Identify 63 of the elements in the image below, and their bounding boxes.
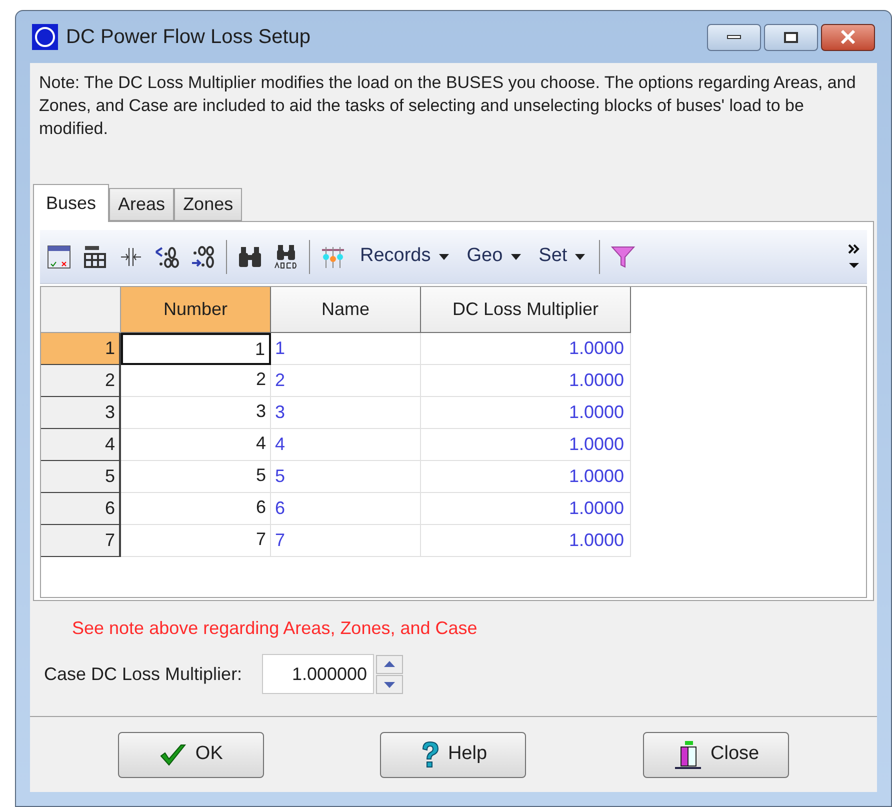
table-cell: 7 — [271, 525, 421, 557]
window-title: DC Power Flow Loss Setup — [66, 25, 311, 50]
table-cell: 4 — [121, 429, 271, 461]
caret-icon — [510, 254, 521, 260]
row-header[interactable]: 1 — [41, 333, 121, 365]
table-cell: 1.0000 — [421, 333, 631, 365]
column-header[interactable]: Number — [121, 287, 271, 333]
column-header[interactable]: Name — [271, 287, 421, 333]
tab[interactable]: Buses — [33, 184, 110, 222]
case-multiplier-label: Case DC Loss Multiplier: — [44, 662, 242, 686]
toolbar-menu[interactable]: Geo — [462, 242, 525, 271]
toolbar-menu[interactable]: Set — [534, 242, 590, 271]
table-cell: 1 — [121, 333, 271, 365]
binoculars-text-icon[interactable] — [273, 244, 299, 270]
toolbar-menu[interactable]: Records — [356, 242, 453, 271]
table-cell: 6 — [271, 493, 421, 525]
table-cell: 1.0000 — [421, 397, 631, 429]
form-icon[interactable] — [46, 244, 72, 270]
question-mark-icon — [420, 740, 440, 768]
table-cell: 6 — [121, 493, 271, 525]
table-cell: 3 — [121, 397, 271, 429]
case-multiplier-field[interactable]: 1.000000 — [262, 654, 374, 694]
tab[interactable]: Areas — [109, 188, 174, 221]
door-icon — [672, 740, 703, 770]
table-cell: 7 — [121, 525, 271, 557]
table-cell: 1.0000 — [421, 525, 631, 557]
warning-text: See note above regarding Areas, Zones, and Case — [71, 617, 478, 640]
minimize-button[interactable] — [707, 24, 761, 50]
close-button[interactable]: Close — [642, 732, 789, 778]
table-cell: 2 — [271, 365, 421, 397]
row-header[interactable]: 6 — [41, 493, 121, 525]
funnel-icon[interactable] — [610, 244, 636, 270]
caret-icon — [575, 254, 586, 260]
column-header[interactable]: DC Loss Multiplier — [421, 287, 631, 333]
tab[interactable]: Zones — [174, 188, 242, 221]
caret-icon — [438, 254, 449, 260]
row-header[interactable]: 3 — [41, 397, 121, 429]
table-cell: 1.0000 — [421, 493, 631, 525]
row-header[interactable]: 2 — [41, 365, 121, 397]
toolbar-overflow-icon[interactable] — [847, 242, 861, 270]
close-button[interactable] — [821, 24, 875, 50]
maximize-button[interactable] — [764, 24, 818, 50]
app-icon — [32, 24, 58, 50]
row-header[interactable]: 7 — [41, 525, 121, 557]
table-cell: 2 — [121, 365, 271, 397]
table-cell: 1.0000 — [421, 429, 631, 461]
table-cell: 5 — [121, 461, 271, 493]
table-cell: 1 — [271, 333, 421, 365]
table-cell: 1.0000 — [421, 461, 631, 493]
table-cell: 4 — [271, 429, 421, 461]
table-cell: 3 — [271, 397, 421, 429]
help-button[interactable]: Help — [380, 732, 526, 778]
spin-buttons[interactable] — [376, 654, 404, 694]
ok-button[interactable]: OK — [118, 732, 264, 778]
table-cell: 5 — [271, 461, 421, 493]
table-cell: 1.0000 — [421, 365, 631, 397]
note-text: Note: The DC Loss Multiplier modifies the load on the BUSES you choose. The options regarding Areas, and Zones, and Case are included to aid the tasks of selecting and unselecting blocks of buses' load to be modified. — [38, 72, 857, 140]
row-header[interactable]: 4 — [41, 429, 121, 461]
row-header[interactable]: 5 — [41, 461, 121, 493]
decrease-decimals-icon[interactable] — [190, 244, 216, 270]
checkmark-icon — [159, 742, 188, 768]
close-icon — [840, 30, 856, 44]
table-grid-icon[interactable] — [82, 244, 108, 270]
